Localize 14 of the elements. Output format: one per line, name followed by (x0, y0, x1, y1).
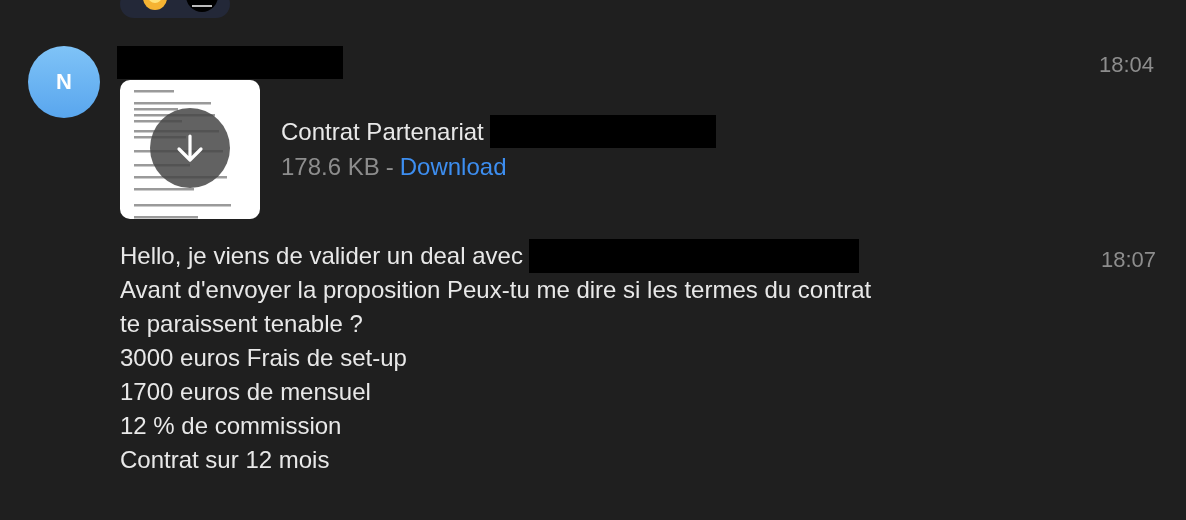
file-size: 178.6 KB (281, 153, 380, 180)
message-text: 12 % de commission (120, 411, 342, 441)
message-text: te paraissent tenable ? (120, 309, 363, 339)
message-text: 1700 euros de mensuel (120, 377, 371, 407)
message-text: Contrat sur 12 mois (120, 445, 330, 475)
message-text: Hello, je viens de valider un deal avec (120, 241, 523, 271)
arrow-down-icon (175, 133, 205, 163)
message-time: 18:07 (1100, 247, 1156, 273)
file-name: Contrat Partenariat (281, 117, 484, 146)
message-text: 3000 euros Frais de set-up (120, 343, 407, 373)
message-text: Avant d'envoyer la proposition Peux-tu me dire si les termes du contrat (120, 275, 872, 305)
download-link[interactable]: Download (399, 153, 507, 180)
message-time: 18:04 (1098, 52, 1154, 78)
separator: - (385, 153, 394, 180)
